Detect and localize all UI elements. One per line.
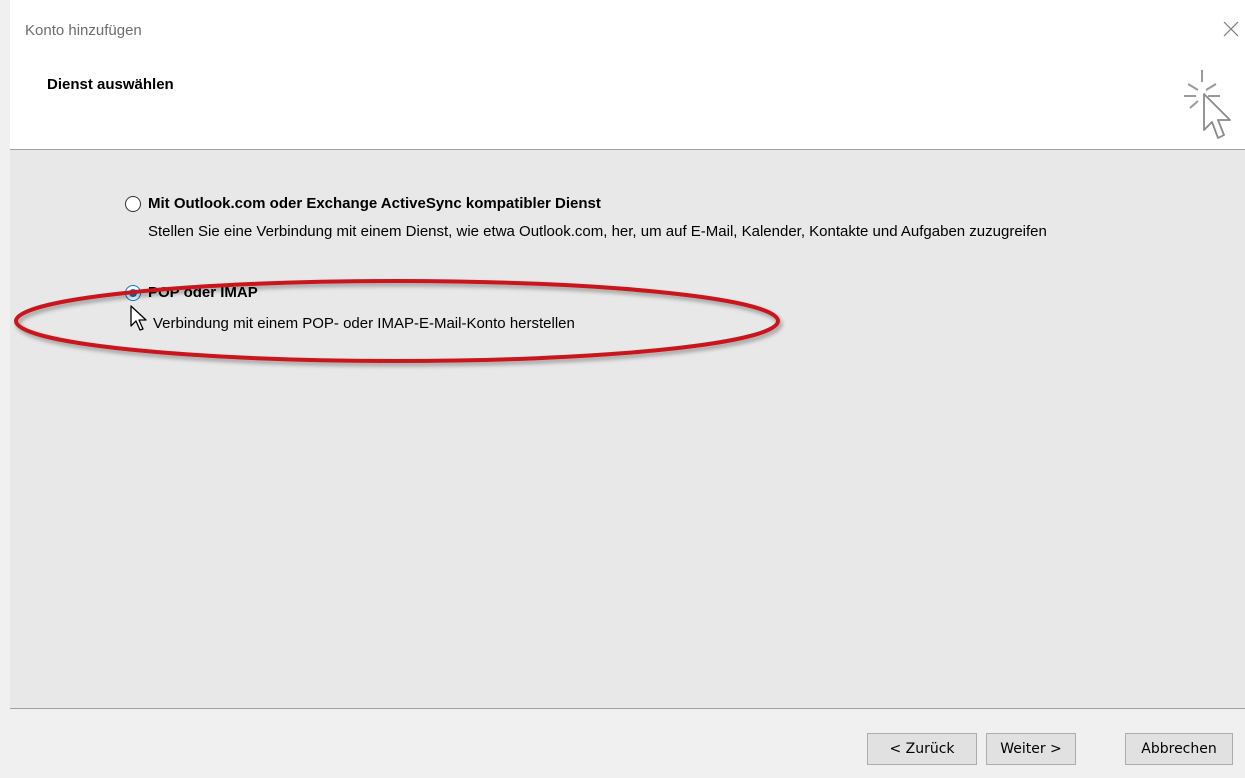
add-account-dialog: Konto hinzufügen Dienst auswählen Mit Ou…: [0, 0, 1245, 778]
click-cursor-icon: [1184, 70, 1231, 139]
option-exchange-description: Stellen Sie eine Verbindung mit einem Di…: [148, 223, 1047, 240]
option-exchange-label[interactable]: Mit Outlook.com oder Exchange ActiveSync…: [148, 195, 601, 212]
back-button[interactable]: < Zurück: [867, 733, 977, 765]
option-pop-imap-description: Verbindung mit einem POP- oder IMAP-E-Ma…: [153, 315, 575, 332]
option-exchange-radio[interactable]: [125, 196, 141, 212]
next-button[interactable]: Weiter >: [986, 733, 1076, 765]
option-pop-imap-label[interactable]: POP oder IMAP: [148, 284, 258, 301]
window-title: Konto hinzufügen: [25, 22, 142, 39]
option-pop-imap-radio[interactable]: [125, 285, 141, 301]
cancel-button[interactable]: Abbrechen: [1125, 733, 1233, 765]
mouse-cursor-icon: [130, 305, 147, 331]
dialog-header: [10, 0, 1245, 150]
close-icon[interactable]: [1222, 20, 1240, 38]
section-title: Dienst auswählen: [47, 76, 174, 93]
